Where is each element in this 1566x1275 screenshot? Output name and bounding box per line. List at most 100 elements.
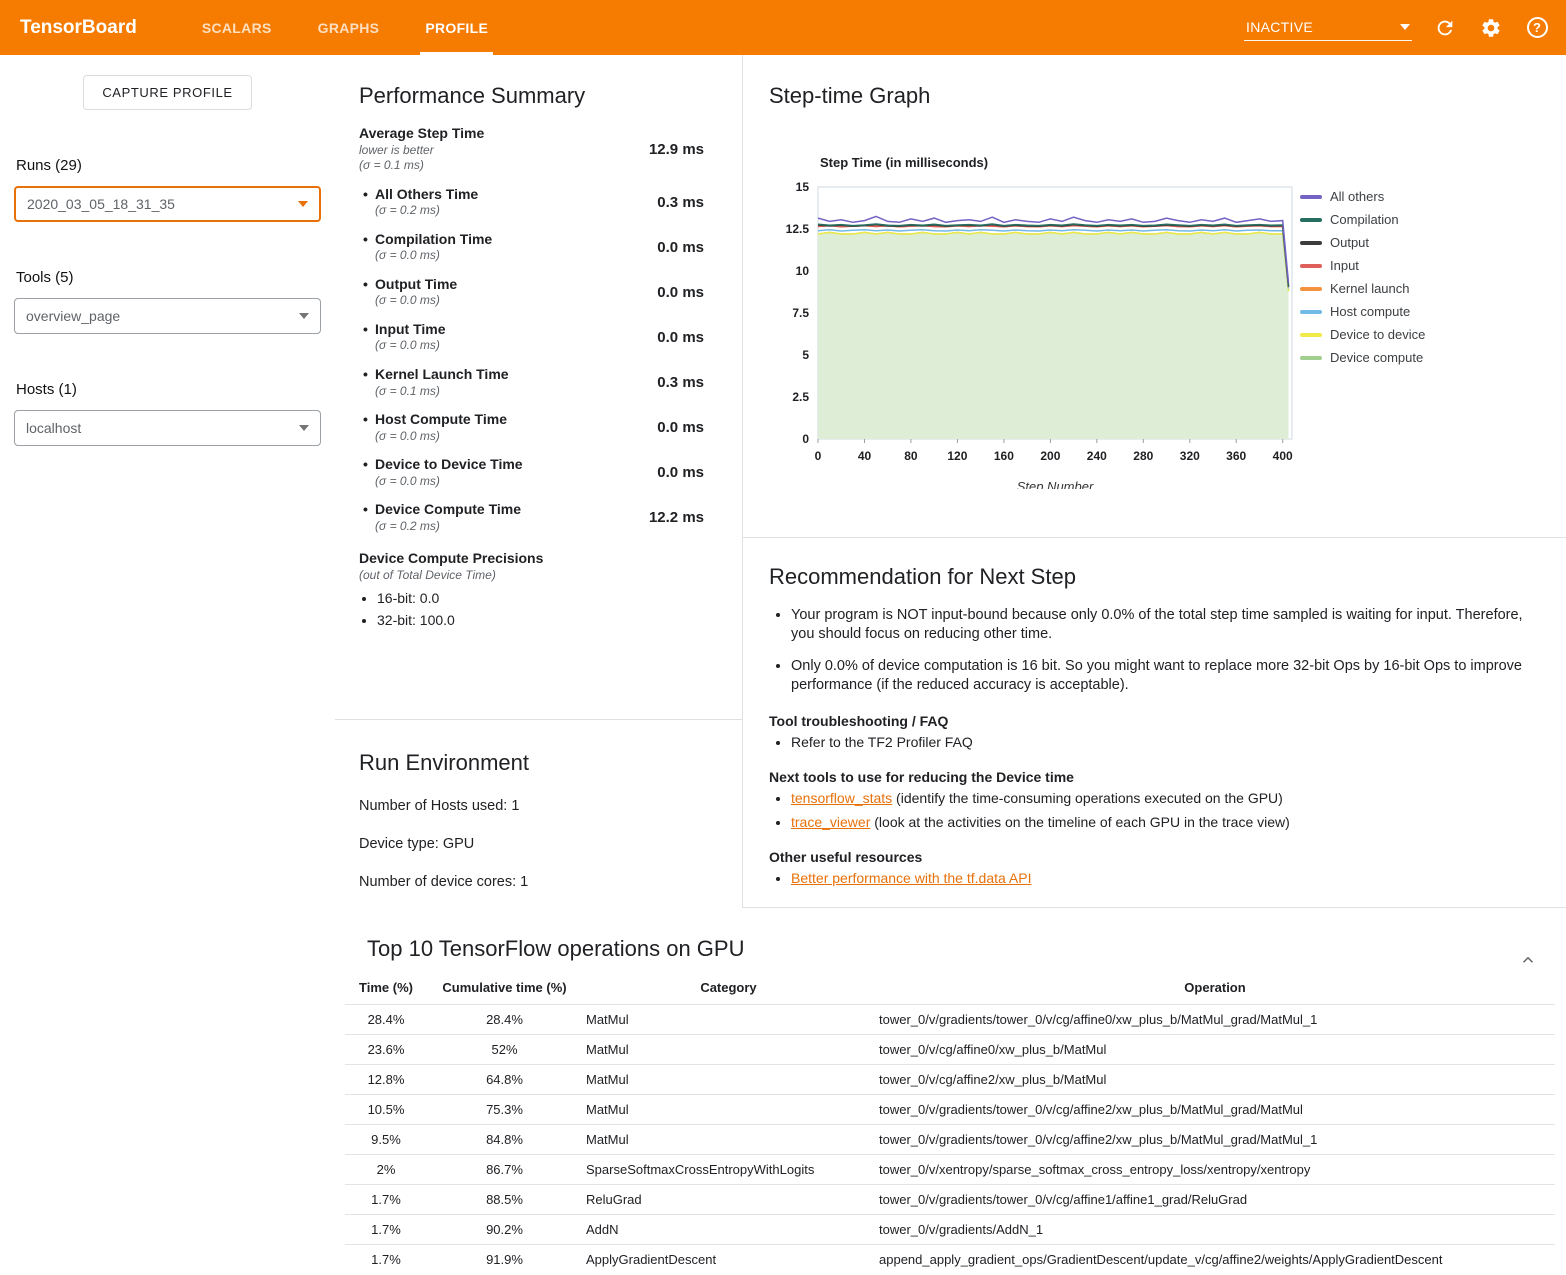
cumulative-percent-cell: 90.2% xyxy=(427,1215,582,1245)
metric-sigma: (σ = 0.2 ms) xyxy=(363,519,521,535)
operation-cell: tower_0/v/gradients/tower_0/v/cg/affine1… xyxy=(875,1185,1555,1215)
right-column: Step-time Graph Step Time (in millisecon… xyxy=(743,55,1566,908)
col-cumulative-header: Cumulative time (%) xyxy=(427,972,582,1005)
help-icon[interactable]: ? xyxy=(1524,15,1550,41)
refresh-icon[interactable] xyxy=(1432,15,1458,41)
recommendation-subtitle: Other useful resources xyxy=(769,849,1536,865)
top-ops-card: Top 10 TensorFlow operations on GPU Time… xyxy=(335,908,1566,1275)
metric-value: 0.0 ms xyxy=(657,464,704,481)
category-cell: MatMul xyxy=(582,1035,875,1065)
app-title: TensorBoard xyxy=(20,17,137,39)
tab-profile[interactable]: PROFILE xyxy=(402,0,511,55)
legend-item: Device to device xyxy=(1300,327,1425,342)
category-cell: ReluGrad xyxy=(582,1185,875,1215)
svg-text:15: 15 xyxy=(796,180,810,194)
tools-select[interactable]: overview_page xyxy=(14,298,321,334)
metric-value: 0.0 ms xyxy=(657,284,704,301)
run-environment-title: Run Environment xyxy=(359,750,718,776)
metric-label: •Output Time xyxy=(363,276,457,294)
collapse-chevron-up-icon[interactable] xyxy=(1516,948,1540,972)
chart-legend: All othersCompilationOutputInputKernel l… xyxy=(1300,189,1425,373)
category-cell: SparseSoftmaxCrossEntropyWithLogits xyxy=(582,1155,875,1185)
precisions-title: Device Compute Precisions xyxy=(359,550,720,568)
recommendation-link[interactable]: tensorflow_stats xyxy=(791,790,892,806)
tab-graphs[interactable]: GRAPHS xyxy=(295,0,403,55)
cumulative-percent-cell: 75.3% xyxy=(427,1095,582,1125)
metric-label: •Device to Device Time xyxy=(363,456,523,474)
recommendation-link[interactable]: trace_viewer xyxy=(791,814,870,830)
runs-select[interactable]: 2020_03_05_18_31_35 xyxy=(14,186,321,222)
metric-value: 0.3 ms xyxy=(657,374,704,391)
bullet-icon: • xyxy=(363,501,375,519)
bullet-icon: • xyxy=(363,321,375,339)
environment-line: Number of device cores: 1 xyxy=(359,874,718,890)
metric-value: 12.9 ms xyxy=(649,141,704,158)
metric-value: 0.0 ms xyxy=(657,419,704,436)
legend-item: Output xyxy=(1300,235,1425,250)
table-row: 1.7%88.5%ReluGradtower_0/v/gradients/tow… xyxy=(345,1185,1555,1215)
metric-label: •Device Compute Time xyxy=(363,501,521,519)
hosts-selected-value: localhost xyxy=(26,420,81,436)
legend-swatch-icon xyxy=(1300,333,1322,337)
hosts-label: Hosts (1) xyxy=(16,381,319,398)
tab-scalars[interactable]: SCALARS xyxy=(179,0,295,55)
category-cell: MatMul xyxy=(582,1005,875,1035)
svg-text:120: 120 xyxy=(947,449,967,463)
recommendation-title: Recommendation for Next Step xyxy=(769,564,1536,590)
top-ops-table: Time (%) Cumulative time (%) Category Op… xyxy=(345,972,1555,1274)
metric-label: •Compilation Time xyxy=(363,231,492,249)
legend-swatch-icon xyxy=(1300,218,1322,222)
metric-label: Average Step Time xyxy=(359,125,484,143)
legend-label: Device to device xyxy=(1330,327,1425,342)
svg-text:Step Number: Step Number xyxy=(1017,479,1094,489)
run-status-value: INACTIVE xyxy=(1246,19,1313,35)
nav-tabs: SCALARSGRAPHSPROFILE xyxy=(179,0,511,55)
category-cell: MatMul xyxy=(582,1095,875,1125)
performance-column: Performance Summary Average Step Timelow… xyxy=(335,55,743,908)
metric-label: •Kernel Launch Time xyxy=(363,366,509,384)
performance-summary-title: Performance Summary xyxy=(359,83,720,109)
legend-swatch-icon xyxy=(1300,264,1322,268)
chevron-down-icon xyxy=(1400,24,1410,30)
recommendation-link[interactable]: Better performance with the tf.data API xyxy=(791,870,1031,886)
hosts-select[interactable]: localhost xyxy=(14,410,321,446)
metric-label: •All Others Time xyxy=(363,186,478,204)
operation-cell: tower_0/v/gradients/AddN_1 xyxy=(875,1215,1555,1245)
table-row: 2%86.7%SparseSoftmaxCrossEntropyWithLogi… xyxy=(345,1155,1555,1185)
header-actions: INACTIVE ? xyxy=(1244,15,1566,41)
metric-sigma: (σ = 0.0 ms) xyxy=(363,338,446,354)
time-percent-cell: 1.7% xyxy=(345,1215,427,1245)
time-percent-cell: 9.5% xyxy=(345,1125,427,1155)
legend-swatch-icon xyxy=(1300,310,1322,314)
environment-line: Device type: GPU xyxy=(359,836,718,852)
metric-label: •Host Compute Time xyxy=(363,411,507,429)
metric-label: •Input Time xyxy=(363,321,446,339)
settings-gear-icon[interactable] xyxy=(1478,15,1504,41)
chevron-down-icon xyxy=(298,201,308,207)
time-percent-cell: 2% xyxy=(345,1155,427,1185)
capture-profile-button[interactable]: CAPTURE PROFILE xyxy=(83,75,251,110)
col-category-header: Category xyxy=(582,972,875,1005)
chart-title: Step Time (in milliseconds) xyxy=(820,155,988,170)
metric-sigma: (σ = 0.0 ms) xyxy=(363,248,492,264)
svg-text:320: 320 xyxy=(1180,449,1200,463)
recommendation-card: Recommendation for Next Step Your progra… xyxy=(743,538,1566,908)
run-status-select[interactable]: INACTIVE xyxy=(1244,15,1412,41)
run-environment-lines: Number of Hosts used: 1Device type: GPUN… xyxy=(359,798,718,890)
step-time-graph-title: Step-time Graph xyxy=(769,83,1540,109)
time-percent-cell: 23.6% xyxy=(345,1035,427,1065)
bullet-icon: • xyxy=(363,186,375,204)
step-time-graph-card: Step-time Graph Step Time (in millisecon… xyxy=(743,55,1566,538)
legend-swatch-icon xyxy=(1300,287,1322,291)
runs-label: Runs (29) xyxy=(16,157,319,174)
metric-row: •Output Time(σ = 0.0 ms)0.0 ms xyxy=(359,276,720,309)
table-row: 28.4%28.4%MatMultower_0/v/gradients/towe… xyxy=(345,1005,1555,1035)
bullet-icon: • xyxy=(363,411,375,429)
cumulative-percent-cell: 28.4% xyxy=(427,1005,582,1035)
step-time-chart[interactable]: 0408012016020024028032036040002.557.5101… xyxy=(758,175,1318,492)
operation-cell: append_apply_gradient_ops/GradientDescen… xyxy=(875,1245,1555,1275)
recommendation-subtitle: Next tools to use for reducing the Devic… xyxy=(769,769,1536,785)
metric-sigma: (σ = 0.0 ms) xyxy=(363,474,523,490)
metric-value: 0.0 ms xyxy=(657,329,704,346)
precision-item: 32-bit: 100.0 xyxy=(377,612,720,628)
